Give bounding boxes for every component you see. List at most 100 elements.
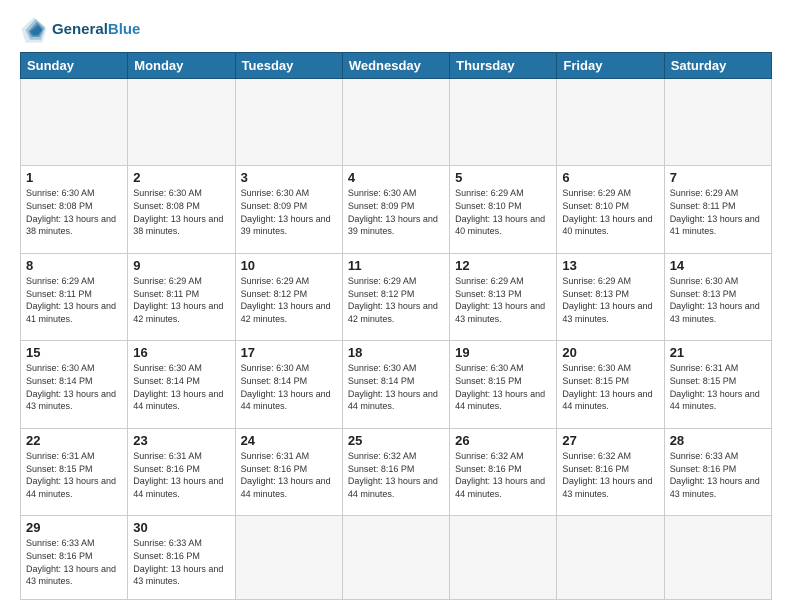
table-row: 7 Sunrise: 6:29 AM Sunset: 8:11 PM Dayli… bbox=[664, 166, 771, 253]
day-info: Sunrise: 6:30 AM Sunset: 8:13 PM Dayligh… bbox=[670, 275, 766, 325]
day-info: Sunrise: 6:30 AM Sunset: 8:08 PM Dayligh… bbox=[133, 187, 229, 237]
day-number: 4 bbox=[348, 170, 444, 185]
table-row: 23 Sunrise: 6:31 AM Sunset: 8:16 PM Dayl… bbox=[128, 428, 235, 515]
table-row: 8 Sunrise: 6:29 AM Sunset: 8:11 PM Dayli… bbox=[21, 253, 128, 340]
table-row bbox=[450, 516, 557, 600]
table-row bbox=[342, 516, 449, 600]
table-row: 3 Sunrise: 6:30 AM Sunset: 8:09 PM Dayli… bbox=[235, 166, 342, 253]
table-row bbox=[235, 79, 342, 166]
day-number: 27 bbox=[562, 433, 658, 448]
day-info: Sunrise: 6:30 AM Sunset: 8:14 PM Dayligh… bbox=[241, 362, 337, 412]
day-info: Sunrise: 6:31 AM Sunset: 8:15 PM Dayligh… bbox=[26, 450, 122, 500]
day-number: 22 bbox=[26, 433, 122, 448]
day-info: Sunrise: 6:30 AM Sunset: 8:08 PM Dayligh… bbox=[26, 187, 122, 237]
table-row: 16 Sunrise: 6:30 AM Sunset: 8:14 PM Dayl… bbox=[128, 341, 235, 428]
day-number: 6 bbox=[562, 170, 658, 185]
calendar-header-row: Sunday Monday Tuesday Wednesday Thursday… bbox=[21, 53, 772, 79]
day-number: 3 bbox=[241, 170, 337, 185]
header-sunday: Sunday bbox=[21, 53, 128, 79]
table-row: 14 Sunrise: 6:30 AM Sunset: 8:13 PM Dayl… bbox=[664, 253, 771, 340]
table-row: 11 Sunrise: 6:29 AM Sunset: 8:12 PM Dayl… bbox=[342, 253, 449, 340]
table-row: 12 Sunrise: 6:29 AM Sunset: 8:13 PM Dayl… bbox=[450, 253, 557, 340]
table-row: 5 Sunrise: 6:29 AM Sunset: 8:10 PM Dayli… bbox=[450, 166, 557, 253]
header: GeneralBlue bbox=[20, 16, 772, 44]
day-info: Sunrise: 6:30 AM Sunset: 8:15 PM Dayligh… bbox=[562, 362, 658, 412]
header-thursday: Thursday bbox=[450, 53, 557, 79]
day-number: 8 bbox=[26, 258, 122, 273]
day-number: 12 bbox=[455, 258, 551, 273]
day-info: Sunrise: 6:29 AM Sunset: 8:13 PM Dayligh… bbox=[562, 275, 658, 325]
day-number: 10 bbox=[241, 258, 337, 273]
table-row: 26 Sunrise: 6:32 AM Sunset: 8:16 PM Dayl… bbox=[450, 428, 557, 515]
table-row: 13 Sunrise: 6:29 AM Sunset: 8:13 PM Dayl… bbox=[557, 253, 664, 340]
header-saturday: Saturday bbox=[664, 53, 771, 79]
table-row: 28 Sunrise: 6:33 AM Sunset: 8:16 PM Dayl… bbox=[664, 428, 771, 515]
table-row: 10 Sunrise: 6:29 AM Sunset: 8:12 PM Dayl… bbox=[235, 253, 342, 340]
logo-icon bbox=[20, 16, 48, 44]
day-info: Sunrise: 6:33 AM Sunset: 8:16 PM Dayligh… bbox=[670, 450, 766, 500]
day-info: Sunrise: 6:29 AM Sunset: 8:10 PM Dayligh… bbox=[562, 187, 658, 237]
day-number: 21 bbox=[670, 345, 766, 360]
table-row: 22 Sunrise: 6:31 AM Sunset: 8:15 PM Dayl… bbox=[21, 428, 128, 515]
day-info: Sunrise: 6:29 AM Sunset: 8:10 PM Dayligh… bbox=[455, 187, 551, 237]
day-info: Sunrise: 6:32 AM Sunset: 8:16 PM Dayligh… bbox=[455, 450, 551, 500]
day-info: Sunrise: 6:31 AM Sunset: 8:16 PM Dayligh… bbox=[241, 450, 337, 500]
table-row: 20 Sunrise: 6:30 AM Sunset: 8:15 PM Dayl… bbox=[557, 341, 664, 428]
day-info: Sunrise: 6:29 AM Sunset: 8:11 PM Dayligh… bbox=[670, 187, 766, 237]
day-number: 29 bbox=[26, 520, 122, 535]
table-row bbox=[557, 79, 664, 166]
logo-text: GeneralBlue bbox=[52, 22, 140, 39]
table-row bbox=[128, 79, 235, 166]
calendar-table: Sunday Monday Tuesday Wednesday Thursday… bbox=[20, 52, 772, 600]
day-info: Sunrise: 6:29 AM Sunset: 8:13 PM Dayligh… bbox=[455, 275, 551, 325]
day-info: Sunrise: 6:30 AM Sunset: 8:14 PM Dayligh… bbox=[26, 362, 122, 412]
table-row: 17 Sunrise: 6:30 AM Sunset: 8:14 PM Dayl… bbox=[235, 341, 342, 428]
day-info: Sunrise: 6:29 AM Sunset: 8:12 PM Dayligh… bbox=[348, 275, 444, 325]
day-number: 25 bbox=[348, 433, 444, 448]
table-row bbox=[450, 79, 557, 166]
table-row: 27 Sunrise: 6:32 AM Sunset: 8:16 PM Dayl… bbox=[557, 428, 664, 515]
table-row: 18 Sunrise: 6:30 AM Sunset: 8:14 PM Dayl… bbox=[342, 341, 449, 428]
table-row: 15 Sunrise: 6:30 AM Sunset: 8:14 PM Dayl… bbox=[21, 341, 128, 428]
day-number: 24 bbox=[241, 433, 337, 448]
day-info: Sunrise: 6:30 AM Sunset: 8:09 PM Dayligh… bbox=[348, 187, 444, 237]
day-info: Sunrise: 6:31 AM Sunset: 8:16 PM Dayligh… bbox=[133, 450, 229, 500]
table-row bbox=[557, 516, 664, 600]
day-number: 7 bbox=[670, 170, 766, 185]
day-number: 14 bbox=[670, 258, 766, 273]
table-row: 25 Sunrise: 6:32 AM Sunset: 8:16 PM Dayl… bbox=[342, 428, 449, 515]
day-number: 2 bbox=[133, 170, 229, 185]
page: GeneralBlue Sunday Monday Tuesday Wednes… bbox=[0, 0, 792, 612]
day-number: 19 bbox=[455, 345, 551, 360]
table-row: 6 Sunrise: 6:29 AM Sunset: 8:10 PM Dayli… bbox=[557, 166, 664, 253]
day-number: 15 bbox=[26, 345, 122, 360]
header-friday: Friday bbox=[557, 53, 664, 79]
day-number: 16 bbox=[133, 345, 229, 360]
table-row: 21 Sunrise: 6:31 AM Sunset: 8:15 PM Dayl… bbox=[664, 341, 771, 428]
table-row: 19 Sunrise: 6:30 AM Sunset: 8:15 PM Dayl… bbox=[450, 341, 557, 428]
day-info: Sunrise: 6:32 AM Sunset: 8:16 PM Dayligh… bbox=[348, 450, 444, 500]
day-number: 11 bbox=[348, 258, 444, 273]
day-number: 18 bbox=[348, 345, 444, 360]
day-info: Sunrise: 6:30 AM Sunset: 8:15 PM Dayligh… bbox=[455, 362, 551, 412]
day-number: 9 bbox=[133, 258, 229, 273]
table-row: 24 Sunrise: 6:31 AM Sunset: 8:16 PM Dayl… bbox=[235, 428, 342, 515]
day-number: 30 bbox=[133, 520, 229, 535]
table-row: 9 Sunrise: 6:29 AM Sunset: 8:11 PM Dayli… bbox=[128, 253, 235, 340]
day-info: Sunrise: 6:29 AM Sunset: 8:11 PM Dayligh… bbox=[26, 275, 122, 325]
day-info: Sunrise: 6:30 AM Sunset: 8:14 PM Dayligh… bbox=[133, 362, 229, 412]
day-info: Sunrise: 6:33 AM Sunset: 8:16 PM Dayligh… bbox=[133, 537, 229, 587]
day-info: Sunrise: 6:30 AM Sunset: 8:14 PM Dayligh… bbox=[348, 362, 444, 412]
table-row bbox=[235, 516, 342, 600]
table-row: 4 Sunrise: 6:30 AM Sunset: 8:09 PM Dayli… bbox=[342, 166, 449, 253]
day-number: 28 bbox=[670, 433, 766, 448]
day-number: 23 bbox=[133, 433, 229, 448]
header-monday: Monday bbox=[128, 53, 235, 79]
day-number: 26 bbox=[455, 433, 551, 448]
table-row bbox=[21, 79, 128, 166]
table-row: 1 Sunrise: 6:30 AM Sunset: 8:08 PM Dayli… bbox=[21, 166, 128, 253]
day-info: Sunrise: 6:33 AM Sunset: 8:16 PM Dayligh… bbox=[26, 537, 122, 587]
day-info: Sunrise: 6:30 AM Sunset: 8:09 PM Dayligh… bbox=[241, 187, 337, 237]
table-row: 29 Sunrise: 6:33 AM Sunset: 8:16 PM Dayl… bbox=[21, 516, 128, 600]
day-number: 5 bbox=[455, 170, 551, 185]
